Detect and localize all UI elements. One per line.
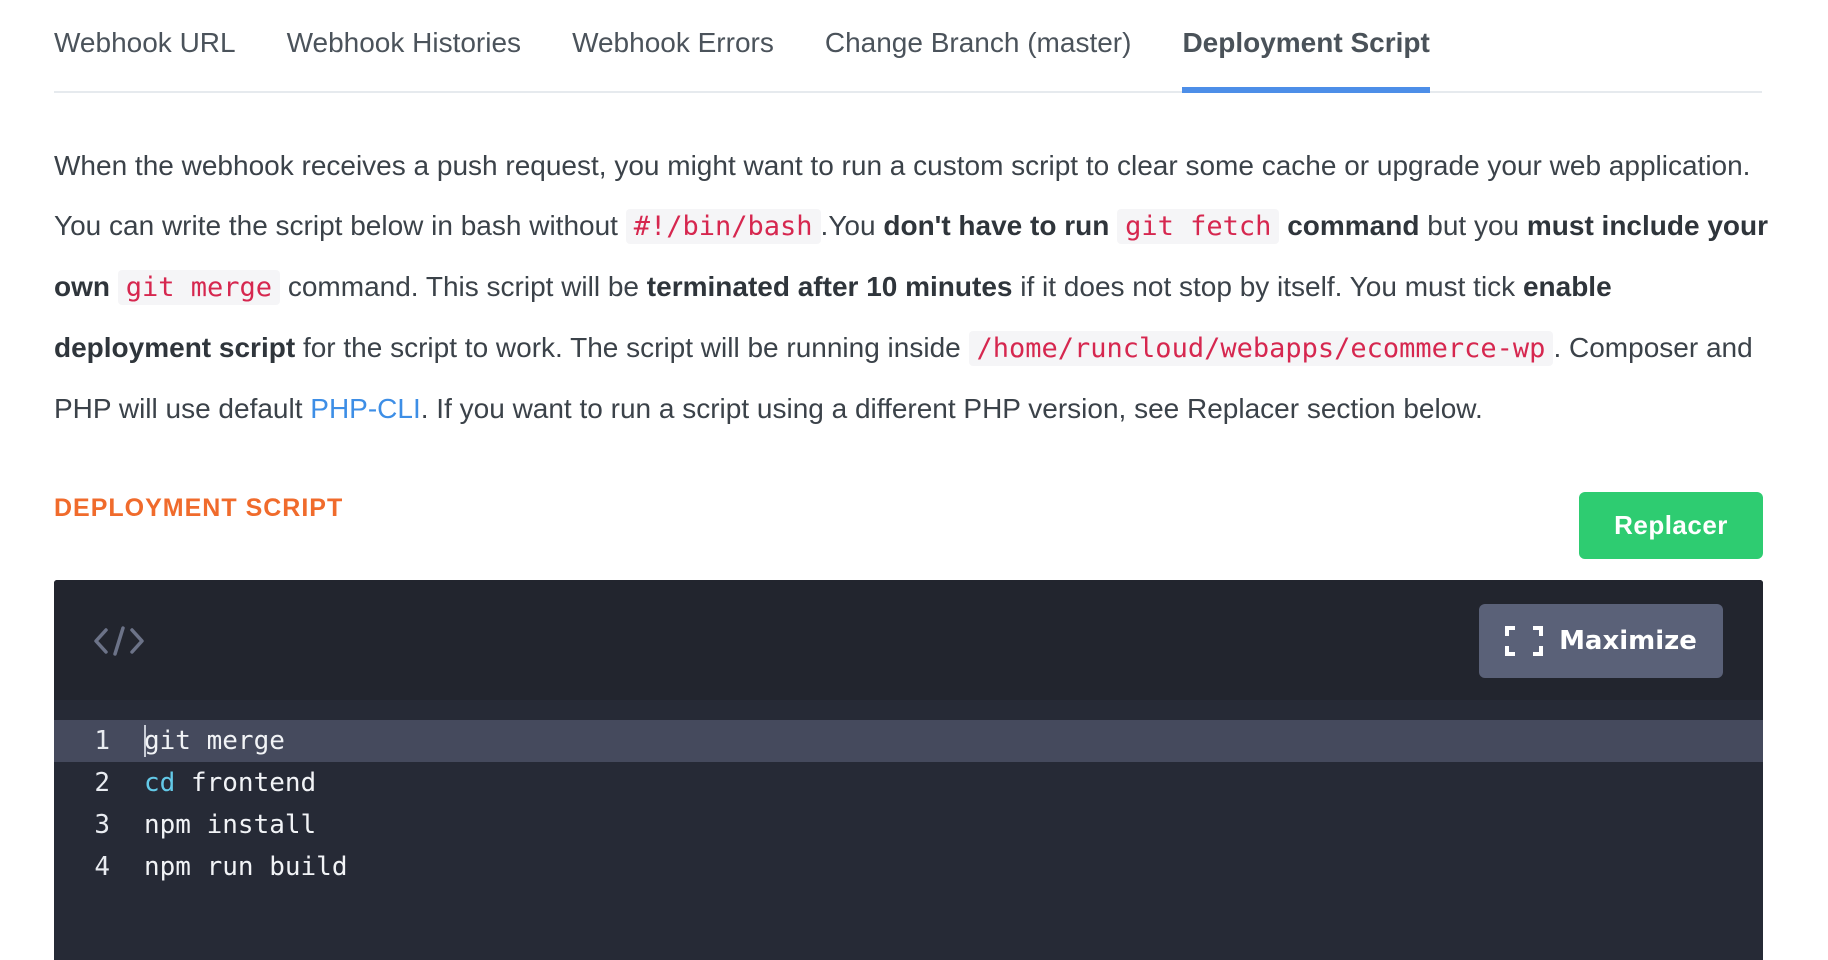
line-number: 1 (94, 726, 110, 756)
code-icon (94, 626, 144, 656)
code-text: npm install (144, 810, 317, 840)
code-text: npm run build (144, 852, 348, 882)
section-title: DEPLOYMENT SCRIPT (54, 494, 344, 522)
editor-toolbar: Maximize (54, 580, 1763, 700)
desc-bold: command (1279, 210, 1420, 241)
maximize-button[interactable]: Maximize (1479, 604, 1723, 678)
desc-bold: don't have to run (883, 210, 1118, 241)
code-keyword: cd (144, 768, 176, 798)
code-line[interactable]: 1 git merge (54, 720, 1763, 762)
code-lines[interactable]: 1 git merge 2 cd frontend 3 npm install … (54, 720, 1763, 888)
tab-bar: Webhook URL Webhook Histories Webhook Er… (54, 0, 1762, 93)
line-number: 2 (94, 768, 110, 798)
code-text: frontend (175, 768, 317, 798)
desc-text: for the script to work. The script will … (295, 332, 969, 363)
desc-text: .You (820, 210, 884, 241)
deployment-description: When the webhook receives a push request… (54, 136, 1774, 439)
desc-text: if it does not stop by itself. You must … (1012, 271, 1523, 302)
line-number: 3 (94, 810, 110, 840)
maximize-label: Maximize (1559, 626, 1697, 656)
code-line[interactable]: 3 npm install (54, 804, 1763, 846)
php-cli-link[interactable]: PHP-CLI (310, 393, 420, 424)
desc-text: but you (1419, 210, 1527, 241)
tab-webhook-errors[interactable]: Webhook Errors (572, 0, 774, 91)
tab-webhook-histories[interactable]: Webhook Histories (287, 0, 521, 91)
tab-deployment-script[interactable]: Deployment Script (1182, 0, 1431, 93)
deployment-panel: Webhook URL Webhook Histories Webhook Er… (54, 0, 1768, 960)
inline-code-git-fetch: git fetch (1117, 209, 1280, 244)
desc-text: . If you want to run a script using a di… (420, 393, 1483, 424)
replacer-button[interactable]: Replacer (1579, 492, 1763, 559)
inline-code-path: /home/runcloud/webapps/ecommerce-wp (968, 331, 1554, 366)
inline-code-shebang: #!/bin/bash (625, 209, 821, 244)
tab-webhook-url[interactable]: Webhook URL (54, 0, 236, 91)
inline-code-git-merge: git merge (117, 270, 281, 305)
code-editor[interactable]: Maximize 1 git merge 2 cd frontend 3 npm… (54, 580, 1763, 960)
line-number: 4 (94, 852, 110, 882)
code-text: git merge (144, 726, 285, 756)
code-line[interactable]: 4 npm run build (54, 846, 1763, 888)
tab-change-branch[interactable]: Change Branch (master) (825, 0, 1132, 91)
desc-bold: terminated after 10 minutes (646, 271, 1013, 302)
maximize-icon (1505, 626, 1544, 656)
desc-text: command. This script will be (280, 271, 647, 302)
code-line[interactable]: 2 cd frontend (54, 762, 1763, 804)
